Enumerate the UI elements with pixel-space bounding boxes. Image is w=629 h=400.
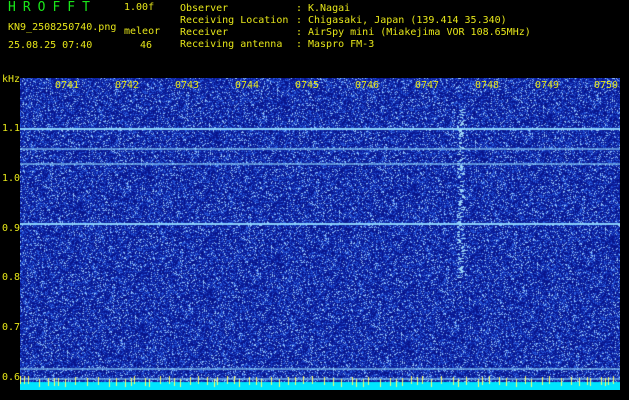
filename-label: KN9_2508250740.png bbox=[8, 22, 117, 33]
x-tick: 0741 bbox=[55, 80, 80, 91]
observer-label: Observer bbox=[180, 3, 229, 14]
y-tick: 0.9 bbox=[2, 223, 21, 234]
x-tick: 0748 bbox=[475, 80, 500, 91]
y-tick: 1.1 bbox=[2, 123, 21, 134]
location-value: Chigasaki, Japan (139.414 35.340) bbox=[308, 15, 507, 26]
mode-label: meleor bbox=[124, 26, 161, 37]
y-tick: 0.8 bbox=[2, 272, 21, 283]
antenna-value: Maspro FM-3 bbox=[308, 39, 375, 50]
separator: : bbox=[296, 15, 303, 26]
y-tick: 0.6 bbox=[2, 372, 21, 383]
x-tick: 0747 bbox=[415, 80, 440, 91]
spectrogram-canvas bbox=[20, 78, 620, 390]
x-tick: 0744 bbox=[235, 80, 260, 91]
location-label: Receiving Location bbox=[180, 15, 289, 26]
x-tick: 0745 bbox=[295, 80, 320, 91]
y-axis-unit: kHz bbox=[2, 74, 21, 85]
antenna-label: Receiving antenna bbox=[180, 39, 283, 50]
count-label: 46 bbox=[140, 40, 153, 51]
version-label: 1.00f bbox=[124, 2, 155, 13]
x-tick: 0750 bbox=[594, 80, 619, 91]
y-tick: 0.7 bbox=[2, 322, 21, 333]
separator: : bbox=[296, 39, 303, 50]
x-tick: 0743 bbox=[175, 80, 200, 91]
separator: : bbox=[296, 3, 303, 14]
datetime-label: 25.08.25 07:40 bbox=[8, 40, 93, 51]
y-tick: 1.0 bbox=[2, 173, 21, 184]
x-tick: 0742 bbox=[115, 80, 140, 91]
x-tick: 0746 bbox=[355, 80, 380, 91]
observer-value: K.Nagai bbox=[308, 3, 351, 14]
app-title: HROFFT bbox=[8, 0, 97, 15]
receiver-value: AirSpy mini (Miakejima VOR 108.65MHz) bbox=[308, 27, 531, 38]
x-tick: 0749 bbox=[535, 80, 560, 91]
receiver-label: Receiver bbox=[180, 27, 229, 38]
separator: : bbox=[296, 27, 303, 38]
